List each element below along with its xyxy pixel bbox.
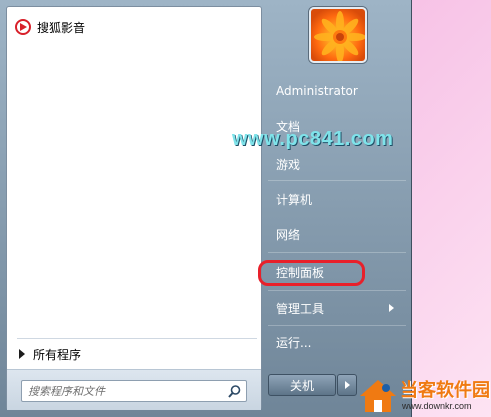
all-programs-label: 所有程序 bbox=[33, 347, 82, 362]
watermark-url: www.pc841.com bbox=[232, 128, 394, 150]
admin-tools-label: 管理工具 bbox=[276, 301, 325, 316]
all-programs-button[interactable]: 所有程序 bbox=[19, 343, 81, 365]
run-label: 运行... bbox=[276, 335, 312, 350]
shutdown-label: 关机 bbox=[289, 378, 314, 393]
network-item[interactable]: 网络 bbox=[276, 223, 404, 245]
right-pane-divider bbox=[268, 290, 406, 291]
search-icon[interactable] bbox=[227, 384, 242, 399]
logo-url: www.downkr.com bbox=[402, 401, 472, 411]
submenu-arrow-icon bbox=[389, 304, 394, 312]
computer-item[interactable]: 计算机 bbox=[276, 188, 404, 210]
user-name-label: Administrator bbox=[276, 84, 358, 98]
house-logo-icon bbox=[360, 380, 396, 412]
start-menu: 搜狐影音 所有程序 搜索程序和文件 Administrator 文档 游戏 计算… bbox=[0, 0, 412, 417]
user-name-item[interactable]: Administrator bbox=[276, 80, 404, 102]
network-label: 网络 bbox=[276, 227, 301, 242]
user-avatar[interactable] bbox=[309, 7, 367, 63]
start-menu-right-pane: Administrator 文档 游戏 计算机 网络 控制面板 管理工具 运行.… bbox=[262, 0, 412, 417]
games-label: 游戏 bbox=[276, 157, 301, 172]
admin-tools-item[interactable]: 管理工具 bbox=[276, 297, 404, 319]
left-pane-divider bbox=[17, 338, 257, 339]
watermark-logo: 当客软件园 www.downkr.com bbox=[350, 372, 491, 417]
chevron-right-icon bbox=[344, 381, 350, 389]
games-item[interactable]: 游戏 bbox=[276, 153, 404, 175]
control-panel-label: 控制面板 bbox=[276, 265, 325, 280]
run-item[interactable]: 运行... bbox=[276, 331, 404, 353]
pinned-program-sohu-video[interactable]: 搜狐影音 bbox=[15, 15, 255, 39]
search-placeholder: 搜索程序和文件 bbox=[28, 385, 105, 398]
right-pane-divider bbox=[268, 325, 406, 326]
shutdown-button[interactable]: 关机 bbox=[268, 374, 336, 396]
control-panel-item[interactable]: 控制面板 bbox=[276, 261, 404, 283]
sohu-video-icon bbox=[15, 19, 31, 35]
right-pane-divider bbox=[268, 252, 406, 253]
computer-label: 计算机 bbox=[276, 192, 313, 207]
search-area: 搜索程序和文件 bbox=[7, 369, 261, 410]
start-menu-left-pane: 搜狐影音 所有程序 搜索程序和文件 bbox=[6, 6, 262, 410]
search-input[interactable]: 搜索程序和文件 bbox=[21, 380, 247, 402]
triangle-right-icon bbox=[19, 349, 25, 359]
logo-text: 当客软件园 bbox=[400, 380, 490, 401]
pinned-program-label: 搜狐影音 bbox=[37, 20, 86, 35]
right-pane-divider bbox=[268, 180, 406, 181]
